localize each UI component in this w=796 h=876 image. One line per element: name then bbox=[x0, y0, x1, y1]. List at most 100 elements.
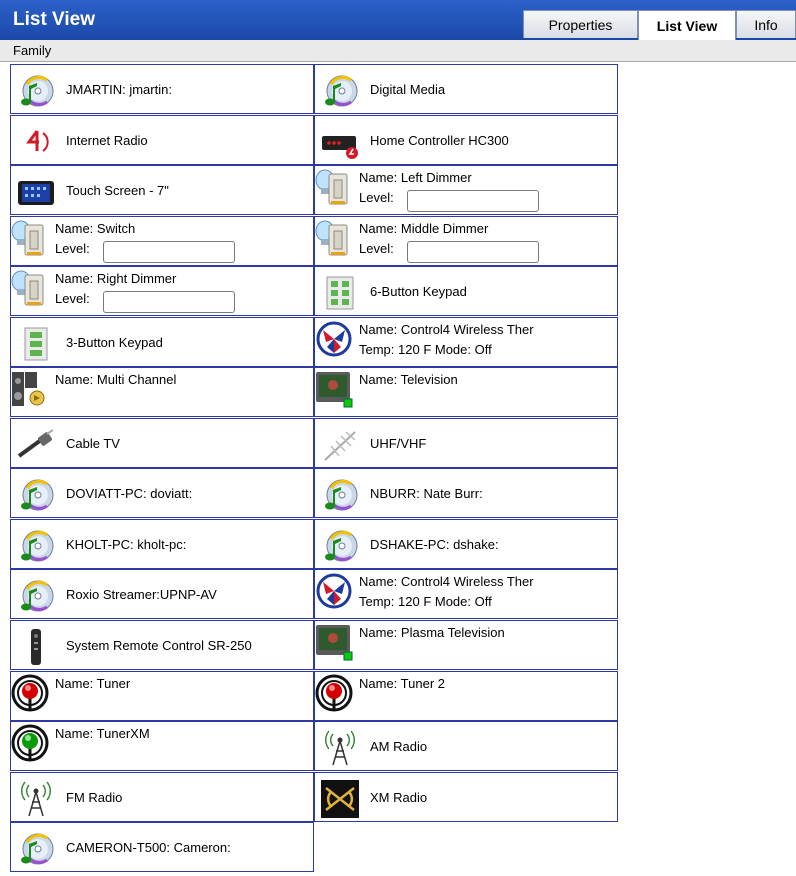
level-field[interactable] bbox=[407, 241, 539, 263]
keypad-6-icon bbox=[321, 274, 359, 312]
device-cell[interactable]: Internet Radio bbox=[10, 115, 314, 165]
radio-tower-icon bbox=[321, 729, 359, 767]
thermostat-status: Temp: 120 F Mode: Off bbox=[359, 594, 492, 609]
cd-music-icon bbox=[321, 527, 359, 565]
device-cell[interactable]: KHOLT-PC: kholt-pc: bbox=[10, 519, 314, 569]
device-label: Roxio Streamer:UPNP-AV bbox=[66, 587, 217, 602]
device-name: Name: Multi Channel bbox=[55, 372, 177, 387]
device-label: Home Controller HC300 bbox=[370, 133, 509, 148]
device-cell[interactable]: Name: Right Dimmer Level: bbox=[10, 266, 314, 316]
cd-music-icon bbox=[17, 527, 55, 565]
level-label: Level: bbox=[359, 241, 394, 256]
cd-music-icon bbox=[17, 577, 55, 615]
device-cell[interactable]: Name: Multi Channel bbox=[10, 367, 314, 417]
device-cell[interactable]: UHF/VHF bbox=[314, 418, 618, 468]
device-label: AM Radio bbox=[370, 739, 428, 754]
device-cell[interactable]: Name: Switch Level: bbox=[10, 216, 314, 266]
device-cell[interactable]: Name: Television bbox=[314, 367, 618, 417]
device-cell[interactable]: Name: Left Dimmer Level: bbox=[314, 165, 618, 215]
device-name: Name: Switch bbox=[55, 221, 136, 236]
device-name: Name: TunerXM bbox=[55, 726, 150, 741]
device-label: JMARTIN: jmartin: bbox=[66, 82, 172, 97]
tab-strip: Properties List View Info bbox=[523, 10, 796, 40]
device-name: Name: Middle Dimmer bbox=[359, 221, 489, 236]
device-name: Name: Plasma Television bbox=[359, 625, 505, 640]
device-label: 6-Button Keypad bbox=[370, 284, 467, 299]
device-label: Cable TV bbox=[66, 436, 120, 451]
television-icon bbox=[315, 370, 353, 408]
cd-music-icon bbox=[17, 830, 55, 868]
home-controller-icon bbox=[321, 123, 359, 161]
device-label: DSHAKE-PC: dshake: bbox=[370, 537, 499, 552]
cd-music-icon bbox=[321, 72, 359, 110]
device-name: Name: Control4 Wireless Ther bbox=[359, 322, 534, 337]
device-cell[interactable]: Name: Plasma Television bbox=[314, 620, 618, 670]
device-cell[interactable]: NBURR: Nate Burr: bbox=[314, 468, 618, 518]
touch-screen-icon bbox=[17, 173, 55, 211]
device-cell[interactable]: DSHAKE-PC: dshake: bbox=[314, 519, 618, 569]
device-cell[interactable]: Name: TunerXM bbox=[10, 721, 314, 771]
device-cell[interactable]: DOVIATT-PC: doviatt: bbox=[10, 468, 314, 518]
device-name: Name: Tuner 2 bbox=[359, 676, 445, 691]
device-label: KHOLT-PC: kholt-pc: bbox=[66, 537, 187, 552]
device-cell[interactable]: Name: Control4 Wireless Ther Temp: 120 F … bbox=[314, 569, 618, 619]
thermostat-icon bbox=[315, 572, 353, 610]
tuner-red-icon bbox=[11, 674, 49, 712]
light-switch-icon bbox=[11, 269, 49, 307]
level-field[interactable] bbox=[103, 241, 235, 263]
device-name: Name: Tuner bbox=[55, 676, 131, 691]
level-label: Level: bbox=[359, 190, 394, 205]
level-label: Level: bbox=[55, 291, 90, 306]
device-cell[interactable]: Name: Control4 Wireless Ther Temp: 120 F … bbox=[314, 317, 618, 367]
light-switch-icon bbox=[315, 168, 353, 206]
device-cell[interactable]: Name: Tuner 2 bbox=[314, 671, 618, 721]
family-label[interactable]: Family bbox=[13, 43, 51, 58]
tab-info[interactable]: Info bbox=[736, 10, 796, 38]
device-label: 3-Button Keypad bbox=[66, 335, 163, 350]
device-cell[interactable]: 6-Button Keypad bbox=[314, 266, 618, 316]
cd-music-icon bbox=[17, 476, 55, 514]
device-label: CAMERON-T500: Cameron: bbox=[66, 840, 231, 855]
thermostat-icon bbox=[315, 320, 353, 358]
light-switch-icon bbox=[315, 219, 353, 257]
tab-list-view[interactable]: List View bbox=[638, 10, 736, 40]
device-cell[interactable]: System Remote Control SR-250 bbox=[10, 620, 314, 670]
device-cell[interactable]: Roxio Streamer:UPNP-AV bbox=[10, 569, 314, 619]
device-name: Name: Right Dimmer bbox=[55, 271, 177, 286]
device-name: Name: Left Dimmer bbox=[359, 170, 472, 185]
tab-properties[interactable]: Properties bbox=[523, 10, 638, 38]
tuner-green-icon bbox=[11, 724, 49, 762]
device-label: XM Radio bbox=[370, 790, 428, 805]
device-cell[interactable]: 3-Button Keypad bbox=[10, 317, 314, 367]
device-cell[interactable]: CAMERON-T500: Cameron: bbox=[10, 822, 314, 872]
device-cell[interactable]: Touch Screen - 7" bbox=[10, 165, 314, 215]
device-cell[interactable]: XM Radio bbox=[314, 772, 618, 822]
device-label: Internet Radio bbox=[66, 133, 148, 148]
device-cell[interactable]: Home Controller HC300 bbox=[314, 115, 618, 165]
title-bar: List View Properties List View Info bbox=[0, 0, 796, 40]
level-field[interactable] bbox=[407, 190, 539, 212]
device-cell[interactable]: Cable TV bbox=[10, 418, 314, 468]
level-field[interactable] bbox=[103, 291, 235, 313]
keypad-3-icon bbox=[17, 325, 55, 363]
device-label: DOVIATT-PC: doviatt: bbox=[66, 486, 193, 501]
antenna-icon bbox=[321, 426, 359, 464]
light-switch-icon bbox=[11, 219, 49, 257]
device-cell[interactable]: JMARTIN: jmartin: bbox=[10, 64, 314, 114]
window-title: List View bbox=[13, 9, 96, 30]
device-name: Name: Television bbox=[359, 372, 458, 387]
device-cell[interactable]: Name: Tuner bbox=[10, 671, 314, 721]
internet-radio-icon bbox=[17, 123, 55, 161]
remote-control-icon bbox=[17, 628, 55, 666]
device-label: Touch Screen - 7" bbox=[66, 183, 169, 198]
device-cell[interactable]: Digital Media bbox=[314, 64, 618, 114]
cd-music-icon bbox=[321, 476, 359, 514]
device-cell[interactable]: Name: Middle Dimmer Level: bbox=[314, 216, 618, 266]
cable-icon bbox=[17, 426, 55, 464]
device-cell[interactable]: FM Radio bbox=[10, 772, 314, 822]
thermostat-status: Temp: 120 F Mode: Off bbox=[359, 342, 492, 357]
device-cell[interactable]: AM Radio bbox=[314, 721, 618, 771]
xm-radio-icon bbox=[321, 780, 359, 818]
device-name: Name: Control4 Wireless Ther bbox=[359, 574, 534, 589]
device-label: NBURR: Nate Burr: bbox=[370, 486, 483, 501]
